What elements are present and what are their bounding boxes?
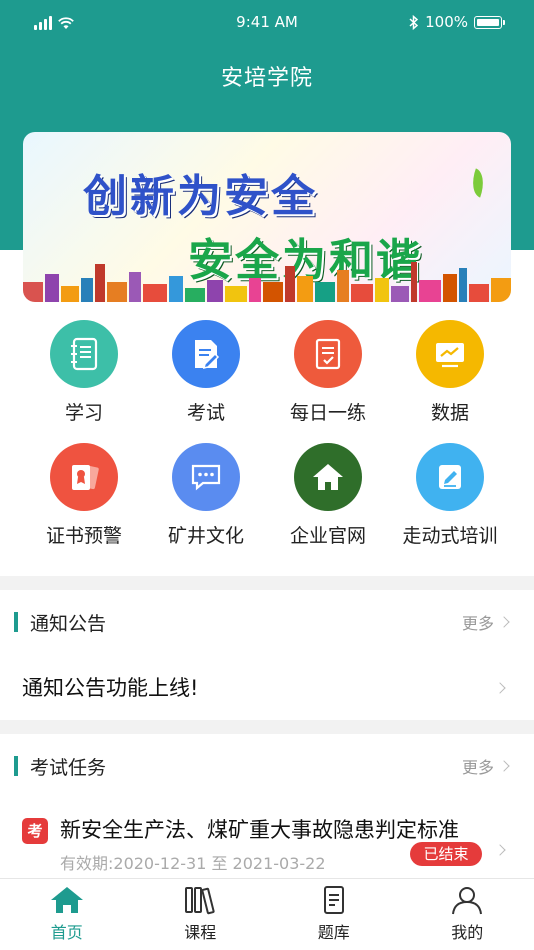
exam-status-badge: 已结束 <box>410 842 482 866</box>
notebook-icon <box>71 337 98 371</box>
more-label: 更多 <box>461 614 494 633</box>
grid-item-study[interactable]: 学习 <box>23 320 145 425</box>
more-label: 更多 <box>461 758 494 777</box>
page-title: 安培学院 <box>220 66 313 91</box>
user-icon <box>452 887 483 915</box>
grid-item-mine-culture[interactable]: 矿井文化 <box>145 443 267 548</box>
status-right: 100% <box>409 13 505 31</box>
chat-bubble-icon <box>191 464 221 491</box>
chevron-right-icon <box>498 616 510 628</box>
grid-item-certificate-alert[interactable]: 证书预警 <box>23 443 145 548</box>
grid-item-daily-practice[interactable]: 每日一练 <box>267 320 389 425</box>
grid-label: 数据 <box>430 402 469 424</box>
section-accent-bar <box>14 756 18 776</box>
tab-courses[interactable]: 课程 <box>134 879 268 950</box>
grid-icon-circle <box>416 443 484 511</box>
section-divider <box>0 576 534 590</box>
document-icon <box>323 886 344 914</box>
notice-more-link[interactable]: 更多 <box>461 610 510 634</box>
grid-item-walking-training[interactable]: 走动式培训 <box>389 443 511 548</box>
grid-label: 学习 <box>64 402 103 424</box>
tab-profile[interactable]: 我的 <box>401 879 534 950</box>
banner-slogan-1: 创新为安全 <box>83 171 318 222</box>
battery-percent: 100% <box>425 13 468 31</box>
section-title-exam: 考试任务 <box>30 756 107 779</box>
grid-label: 企业官网 <box>289 525 366 547</box>
feature-grid: 学习 考试 每日一练 数据 证书预警 矿井文化 企业官网 走动式培训 <box>23 320 511 548</box>
chevron-right-icon <box>498 760 510 772</box>
battery-icon <box>474 15 505 29</box>
grid-item-exam[interactable]: 考试 <box>145 320 267 425</box>
app-screen: 9:41 AM 100% 安培学院 创新为安全 安全为和谐 学习 考试 每日一练… <box>0 0 534 950</box>
grid-item-company-website[interactable]: 企业官网 <box>267 443 389 548</box>
section-divider <box>0 720 534 734</box>
grid-icon-circle <box>172 443 240 511</box>
grid-icon-circle <box>416 320 484 388</box>
bluetooth-icon <box>409 14 419 30</box>
books-icon <box>185 887 215 915</box>
grid-icon-circle <box>50 320 118 388</box>
tab-home[interactable]: 首页 <box>0 879 134 950</box>
exam-task-validity: 有效期:2020-12-31 至 2021-03-22 <box>60 854 326 873</box>
grid-icon-circle <box>172 320 240 388</box>
tab-label: 题库 <box>317 923 350 942</box>
notice-item-text: 通知公告功能上线! <box>22 676 199 700</box>
status-bar: 9:41 AM 100% <box>0 0 534 44</box>
grid-item-data[interactable]: 数据 <box>389 320 511 425</box>
grid-icon-circle <box>294 443 362 511</box>
section-title-notice: 通知公告 <box>30 612 107 635</box>
exam-task-title: 新安全生产法、煤矿重大事故隐患判定标准 <box>60 818 459 842</box>
exam-badge: 考 <box>22 818 48 844</box>
home-icon <box>313 464 343 490</box>
tab-label: 课程 <box>184 923 217 942</box>
tab-question-bank[interactable]: 题库 <box>267 879 401 950</box>
tab-label: 首页 <box>50 923 83 942</box>
grid-label: 考试 <box>186 402 225 424</box>
daily-practice-icon <box>315 338 341 370</box>
chevron-right-icon <box>494 682 506 694</box>
home-tab-icon <box>50 887 83 913</box>
notice-section-header: 通知公告 更多 <box>0 592 534 652</box>
chevron-right-icon <box>494 844 506 856</box>
tab-label: 我的 <box>451 923 484 942</box>
exam-paper-icon <box>195 340 220 370</box>
exam-more-link[interactable]: 更多 <box>461 754 510 778</box>
notice-item[interactable]: 通知公告功能上线! <box>0 650 534 720</box>
grid-label: 每日一练 <box>289 402 366 424</box>
section-accent-bar <box>14 612 18 632</box>
grid-icon-circle <box>50 443 118 511</box>
edit-card-icon <box>439 465 461 489</box>
bottom-tab-bar: 首页 课程 题库 我的 <box>0 878 534 950</box>
grid-label: 证书预警 <box>45 525 122 547</box>
grid-label: 矿井文化 <box>167 525 244 547</box>
certificate-icon <box>72 464 99 490</box>
grid-icon-circle <box>294 320 362 388</box>
city-skyline-illustration <box>23 262 511 302</box>
grid-label: 走动式培训 <box>402 525 498 547</box>
chart-monitor-icon <box>436 343 464 368</box>
banner[interactable]: 创新为安全 安全为和谐 <box>23 132 511 302</box>
exam-task-item[interactable]: 考 新安全生产法、煤矿重大事故隐患判定标准 有效期:2020-12-31 至 2… <box>0 800 534 880</box>
leaf-decoration <box>466 168 490 198</box>
exam-section-header: 考试任务 更多 <box>0 736 534 796</box>
